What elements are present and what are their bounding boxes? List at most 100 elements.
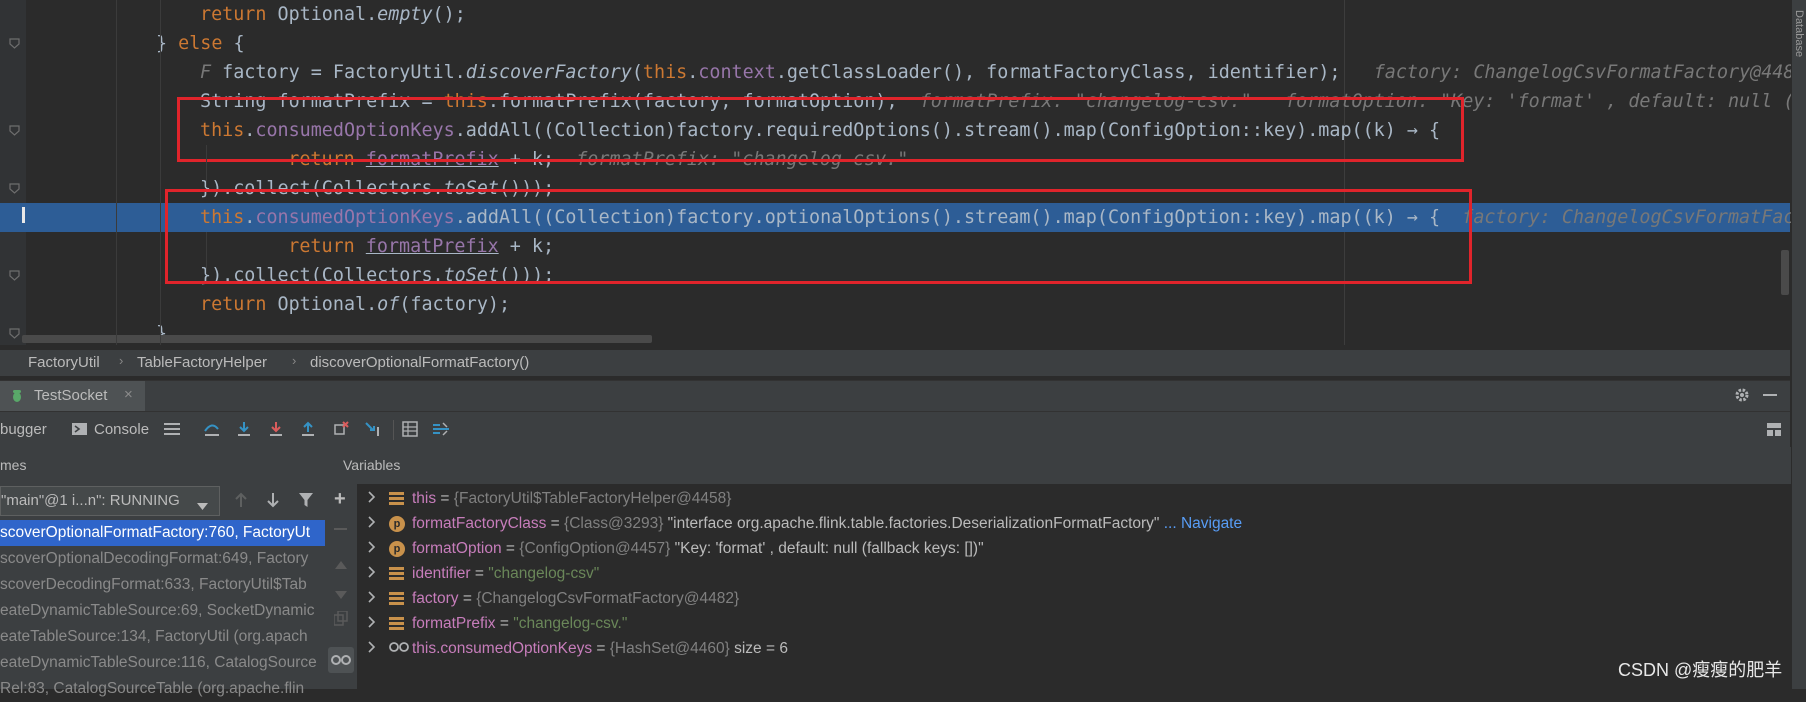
code-token: factory = FactoryUtil.	[211, 62, 466, 83]
thread-dropdown-value: "main"@1 i...n": RUNNING	[1, 492, 180, 509]
code-token: .getClassLoader(), formatFactoryClass, i…	[775, 62, 1341, 83]
breadcrumb-item-method[interactable]: discoverOptionalFormatFactory()	[310, 354, 529, 371]
remove-watch-icon[interactable]	[334, 528, 347, 530]
variable-row[interactable]: factory = {ChangelogCsvFormatFactory@448…	[357, 586, 1777, 611]
move-up-icon[interactable]	[335, 556, 347, 574]
restore-layout-icon[interactable]	[1766, 422, 1784, 442]
filter-icon[interactable]	[298, 492, 314, 513]
code-token: F	[200, 62, 212, 83]
right-tool-strip[interactable]	[1791, 0, 1806, 689]
code-token: else	[178, 33, 223, 54]
code-token: of	[377, 294, 400, 315]
chevron-right-icon[interactable]	[367, 611, 376, 636]
variable-row[interactable]: formatPrefix = "changelog-csv."	[357, 611, 1777, 636]
variable-row[interactable]: p formatOption = {ConfigOption@4457} "Key…	[357, 536, 1777, 561]
code-editor[interactable]: return Optional.empty();} else {F factor…	[0, 0, 1806, 345]
breadcrumb-item-helper[interactable]: TableFactoryHelper	[137, 354, 267, 371]
variable-equals: =	[501, 540, 520, 557]
arrow-down-icon[interactable]	[266, 492, 280, 513]
chevron-down-icon	[197, 497, 208, 514]
variable-row[interactable]: this.consumedOptionKeys = {HashSet@4460}…	[357, 636, 1777, 661]
code-line[interactable]: return Optional.of(factory);	[0, 290, 1790, 319]
frame-item[interactable]: eateDynamicTableSource:116, CatalogSourc…	[0, 650, 325, 676]
code-token: (factory);	[399, 294, 511, 315]
variable-name: identifier	[412, 565, 471, 582]
parameter-icon: p	[389, 511, 405, 536]
frame-item[interactable]: scoverOptionalFormatFactory:760, Factory…	[0, 520, 325, 546]
step-into-icon[interactable]	[236, 421, 252, 442]
watermark: CSDN @瘦瘦的肥羊	[1618, 660, 1783, 680]
variable-row[interactable]: identifier = "changelog-csv"	[357, 561, 1777, 586]
run-to-cursor-icon[interactable]	[365, 421, 383, 442]
variable-row[interactable]: this = {FactoryUtil$TableFactoryHelper@4…	[357, 486, 1777, 511]
variable-name: factory	[412, 590, 459, 607]
execution-point-marker	[22, 207, 25, 223]
trace-stream-icon[interactable]	[432, 421, 450, 442]
arrow-up-icon[interactable]	[234, 492, 248, 513]
debugger-toolbar: bugger Console	[0, 411, 1790, 449]
frame-item[interactable]: scoverOptionalDecodingFormat:649, Factor…	[0, 546, 325, 572]
code-token: .	[687, 62, 699, 83]
gear-icon[interactable]	[1734, 387, 1750, 408]
code-token: ();	[432, 4, 466, 25]
variable-name: formatFactoryClass	[412, 515, 547, 532]
vertical-scrollbar[interactable]	[1781, 250, 1789, 295]
database-tool-tab[interactable]: Database	[1793, 10, 1805, 57]
chevron-right-icon[interactable]	[367, 511, 376, 536]
field-icon	[389, 486, 404, 511]
tab-console[interactable]: Console	[94, 421, 149, 438]
indent-guide	[206, 232, 207, 274]
variable-equals: =	[470, 565, 489, 582]
close-icon[interactable]: ×	[124, 386, 133, 403]
force-step-into-icon[interactable]	[268, 421, 284, 442]
thread-dropdown[interactable]: "main"@1 i...n": RUNNING	[0, 486, 220, 516]
chevron-right-icon[interactable]	[367, 536, 376, 561]
console-icon	[72, 422, 87, 441]
code-token: this	[642, 62, 688, 83]
variable-value: "changelog-csv."	[513, 615, 628, 632]
tab-debugger[interactable]: bugger	[0, 421, 47, 438]
variables-title: Variables	[343, 457, 401, 473]
frame-item[interactable]: scoverDecodingFormat:633, FactoryUtil$Ta…	[0, 572, 325, 598]
chevron-right-icon[interactable]	[367, 486, 376, 511]
chevron-right-icon[interactable]	[367, 561, 376, 586]
code-token: return	[200, 294, 278, 315]
drop-frame-icon[interactable]	[333, 421, 349, 442]
variable-row[interactable]: p formatFactoryClass = {Class@3293} "inte…	[357, 511, 1777, 536]
variable-equals: =	[458, 590, 477, 607]
breadcrumb-item-factoryutil[interactable]: FactoryUtil	[28, 354, 100, 371]
code-line[interactable]: return Optional.empty();	[0, 0, 1790, 29]
highlight-box-optional	[165, 189, 1472, 284]
frame-item[interactable]: eateDynamicTableSource:69, SocketDynamic	[0, 598, 325, 624]
layout-icon[interactable]	[164, 422, 180, 441]
navigate-link[interactable]: ... Navigate	[1159, 515, 1242, 532]
frame-item[interactable]: eateTableSource:134, FactoryUtil (org.ap…	[0, 624, 325, 650]
step-over-icon[interactable]	[203, 421, 221, 442]
code-line[interactable]: } else {	[0, 29, 1790, 58]
evaluate-expression-icon[interactable]	[402, 421, 418, 442]
variable-value: "interface org.apache.flink.table.factor…	[663, 515, 1160, 532]
tab-testsocket-label: TestSocket	[34, 387, 108, 404]
code-text: } else {	[156, 29, 245, 58]
move-down-icon[interactable]	[335, 586, 347, 604]
copy-icon[interactable]	[333, 610, 348, 631]
minimize-icon[interactable]	[1763, 394, 1777, 396]
variable-reference: {ChangelogCsvFormatFactory@4482}	[476, 590, 740, 607]
code-token: (	[631, 62, 643, 83]
tab-testsocket[interactable]: TestSocket ×	[0, 381, 145, 411]
code-token: return	[200, 4, 278, 25]
variable-text: this.consumedOptionKeys = {HashSet@4460}…	[412, 636, 788, 661]
show-watches-toggle[interactable]	[328, 647, 354, 673]
code-token: context	[698, 62, 776, 83]
variable-equals: =	[436, 490, 454, 507]
chevron-right-icon[interactable]	[367, 586, 376, 611]
step-out-icon[interactable]	[300, 421, 316, 442]
variable-text: identifier = "changelog-csv"	[412, 561, 599, 586]
code-line[interactable]: F factory = FactoryUtil.discoverFactory(…	[0, 58, 1806, 87]
code-token: discoverFactory	[465, 62, 632, 83]
chevron-right-icon[interactable]	[367, 636, 376, 661]
add-watch-icon[interactable]: +	[334, 488, 346, 511]
watch-icon	[389, 636, 409, 661]
frame-item[interactable]: Rel:83, CatalogSourceTable (org.apache.f…	[0, 676, 325, 702]
variable-equals: =	[546, 515, 565, 532]
